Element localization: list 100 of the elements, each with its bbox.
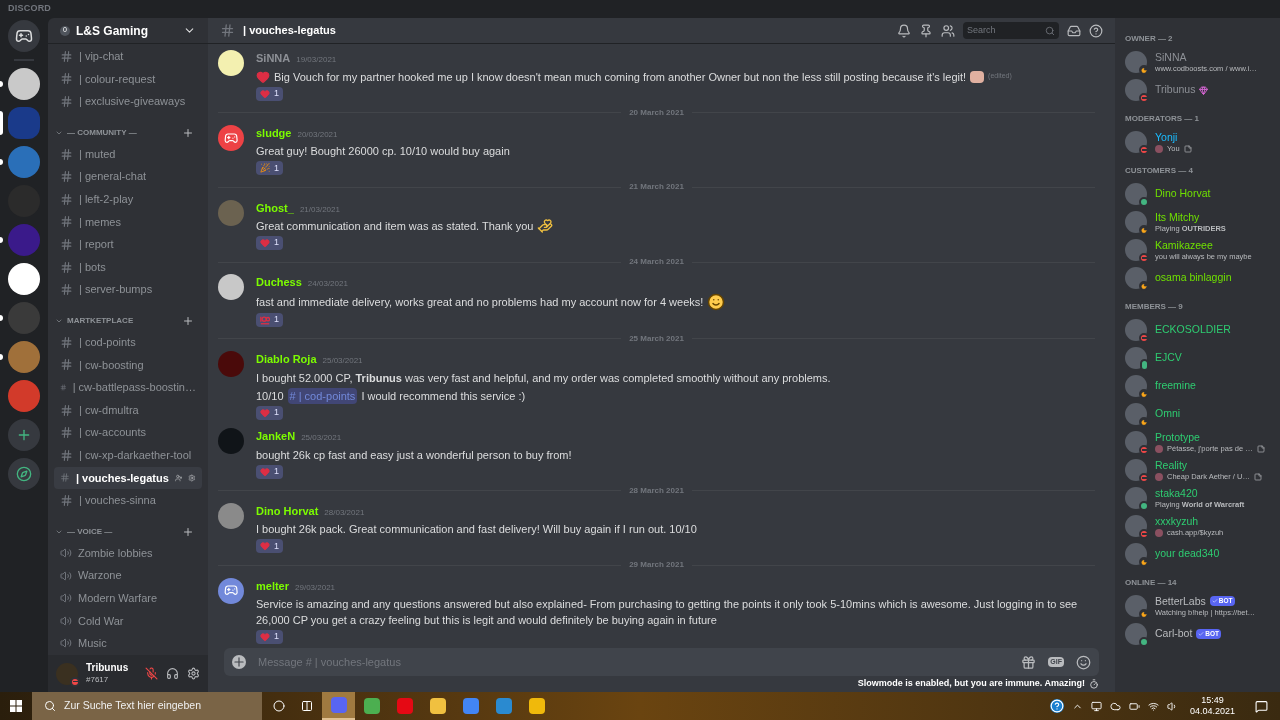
author-name[interactable]: melter: [256, 577, 290, 594]
channel-item[interactable]: | cw-accounts: [54, 421, 202, 444]
notifications-icon[interactable]: [1255, 699, 1268, 713]
category-label[interactable]: MARTKETPLACE: [67, 314, 178, 327]
battery-icon[interactable]: [1128, 700, 1140, 712]
task-view-icon[interactable]: [301, 700, 313, 712]
author-name[interactable]: Ghost_: [256, 199, 294, 216]
headphones-icon[interactable]: [166, 667, 179, 680]
reaction-button[interactable]: 1: [256, 161, 283, 176]
member-name: Kamikazeee: [1155, 238, 1213, 252]
speaker-icon: [60, 614, 72, 627]
reaction-button[interactable]: 1: [256, 312, 283, 327]
reaction-button[interactable]: 1: [256, 539, 283, 554]
member-item[interactable]: your dead340: [1125, 540, 1270, 568]
channel-item[interactable]: | cw-battlepass-boostin…: [54, 376, 202, 399]
member-item[interactable]: Dino Horvat: [1125, 180, 1270, 208]
members-icon[interactable]: [941, 23, 955, 38]
channel-item[interactable]: Warzone: [54, 564, 202, 587]
idle-status-icon: [1139, 417, 1149, 427]
channel-item[interactable]: | vip-chat: [54, 45, 202, 68]
reaction-button[interactable]: 1: [256, 406, 283, 420]
author-name[interactable]: Dino Horvat: [256, 502, 319, 520]
monitor-icon[interactable]: [1090, 700, 1102, 712]
author-name[interactable]: SiNNA: [256, 50, 291, 67]
message-timestamp: 19/03/2021: [296, 54, 337, 66]
help-icon[interactable]: [1089, 23, 1103, 38]
do-not-disturb-status-icon: [1139, 473, 1149, 483]
category-label[interactable]: — VOICE —: [67, 525, 178, 538]
author-name[interactable]: Diablo Roja: [256, 351, 317, 368]
channel-item[interactable]: | colour-request: [54, 67, 202, 91]
taskbar-search-field[interactable]: Zur Suche Text hier eingeben: [32, 692, 262, 720]
add-attachment-icon[interactable]: [232, 655, 246, 669]
channel-item[interactable]: | cw-xp-darkaether-tool: [54, 443, 202, 467]
member-item[interactable]: ECKOSOLDIER: [1125, 316, 1270, 344]
reaction-button[interactable]: 1: [256, 86, 283, 101]
add-channel-icon[interactable]: [182, 126, 194, 139]
add-server-button[interactable]: [8, 419, 40, 451]
search-field[interactable]: Search: [963, 22, 1059, 39]
channel-item[interactable]: | cod-points: [54, 330, 202, 354]
home-button[interactable]: [8, 20, 40, 52]
emoji-picker-icon[interactable]: [1076, 654, 1091, 670]
channel-item[interactable]: Cold War: [54, 609, 202, 633]
member-item[interactable]: EJCV: [1125, 344, 1270, 372]
muted-microphone-icon[interactable]: [145, 667, 158, 680]
channel-item[interactable]: Modern Warfare: [54, 586, 202, 610]
channel-item[interactable]: | cw-dmultra: [54, 398, 202, 422]
channel-name: | memes: [79, 214, 122, 230]
avatar-photo-placeholder: [1125, 211, 1147, 233]
channel-item[interactable]: | left-2-play: [54, 187, 202, 211]
channel-item[interactable]: Zombie lobbies: [54, 541, 202, 565]
pin-icon[interactable]: [919, 23, 933, 38]
channel-item[interactable]: | bots: [54, 255, 202, 279]
author-name[interactable]: JankeN: [256, 428, 296, 445]
channel-item[interactable]: Music: [54, 632, 202, 655]
reaction-button[interactable]: 1: [256, 236, 283, 250]
add-channel-icon[interactable]: [182, 314, 194, 327]
gift-icon[interactable]: [1021, 654, 1037, 670]
reaction-button[interactable]: 1: [256, 630, 283, 644]
author-name[interactable]: sludge: [256, 124, 292, 142]
channel-item[interactable]: | memes: [54, 210, 202, 234]
explore-button[interactable]: [8, 458, 40, 490]
member-item[interactable]: freemine: [1125, 372, 1270, 400]
reaction-button[interactable]: 1: [256, 464, 283, 479]
hash-icon: [60, 260, 73, 274]
channel-item[interactable]: | exclusive-giveaways: [54, 90, 202, 113]
clock[interactable]: 15:49 04.04.2021: [1181, 694, 1243, 718]
invite-icon[interactable]: [174, 472, 183, 483]
member-item[interactable]: Omni: [1125, 400, 1270, 428]
cortana-icon[interactable]: [273, 700, 285, 712]
do-not-disturb-status-icon: [1139, 253, 1149, 263]
author-name[interactable]: Duchess: [256, 274, 302, 291]
windows-icon: [10, 700, 22, 712]
channel-item[interactable]: | vouches-sinna: [54, 489, 202, 512]
member-group-header: MODERATORS — 1: [1125, 113, 1200, 125]
bell-icon[interactable]: [897, 23, 911, 38]
channel-item[interactable]: | muted: [54, 142, 202, 166]
volume-icon[interactable]: [1166, 700, 1178, 712]
category-label[interactable]: — COMMUNITY —: [67, 126, 178, 139]
server-icon-placeholder: [8, 302, 40, 334]
search-icon: [44, 700, 56, 712]
idle-status-icon: [1139, 609, 1149, 619]
settings-icon[interactable]: [188, 472, 196, 483]
member-item[interactable]: Tribunus: [1125, 76, 1270, 104]
channel-item[interactable]: | vouches-legatus: [54, 466, 202, 490]
channel-item[interactable]: | report: [54, 233, 202, 256]
member-item[interactable]: osama binlaggin: [1125, 264, 1270, 292]
wifi-icon[interactable]: [1147, 700, 1159, 712]
avatar-photo-placeholder: [1125, 487, 1147, 509]
channel-name: | cw-accounts: [79, 425, 148, 441]
inbox-icon[interactable]: [1067, 23, 1081, 38]
channel-item[interactable]: | general-chat: [54, 165, 202, 188]
channel-name: Music: [78, 636, 108, 652]
channel-item[interactable]: | cw-boosting: [54, 353, 202, 377]
cloud-icon[interactable]: [1109, 700, 1121, 712]
settings-icon[interactable]: [187, 667, 200, 680]
message-text: bought 26k cp fast and easy just a wonderful person to buy from!: [256, 447, 572, 463]
member-name: Tribunus: [1155, 83, 1196, 97]
add-channel-icon[interactable]: [182, 525, 194, 538]
heart-icon: [260, 541, 270, 552]
channel-item[interactable]: | server-bumps: [54, 278, 202, 301]
